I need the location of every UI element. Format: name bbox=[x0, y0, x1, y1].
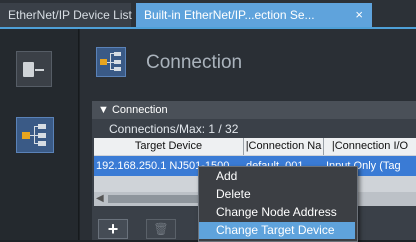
context-menu: Add Delete Change Node Address Change Ta… bbox=[198, 166, 358, 242]
column-header-connection-name[interactable]: |Connection Na bbox=[244, 138, 324, 155]
menu-item-add[interactable]: Add bbox=[199, 168, 355, 185]
menu-item-delete[interactable]: Delete bbox=[199, 186, 355, 203]
column-header-connection-io[interactable]: |Connection I/O bbox=[324, 138, 416, 155]
page-title: Connection bbox=[146, 52, 243, 73]
node-icon bbox=[23, 62, 34, 77]
menu-item-change-target-device[interactable]: Change Target Device bbox=[199, 222, 355, 239]
tab-connection-settings[interactable]: Built-in EtherNet/IP...ection Se... × bbox=[136, 3, 372, 27]
connection-count: Connections/Max: 1 / 32 bbox=[109, 122, 239, 136]
connection-header-icon bbox=[96, 47, 126, 77]
tab-connection-settings-label: Built-in EtherNet/IP...ection Se... bbox=[144, 8, 315, 22]
connection-icon bbox=[22, 124, 48, 146]
connection-panel-toggle[interactable]: ▼ Connection bbox=[92, 101, 416, 119]
trash-icon: 🗑 bbox=[153, 222, 169, 236]
column-header-target-device[interactable]: Target Device bbox=[94, 138, 244, 155]
tab-device-list[interactable]: EtherNet/IP Device List bbox=[0, 3, 132, 27]
left-pane bbox=[0, 29, 79, 240]
connection-view-button[interactable] bbox=[16, 117, 54, 153]
node-view-button[interactable] bbox=[16, 51, 52, 87]
tab-bar: EtherNet/IP Device List Built-in EtherNe… bbox=[0, 0, 416, 29]
node-icon-line bbox=[35, 69, 44, 71]
close-icon[interactable]: × bbox=[355, 3, 363, 27]
menu-item-change-node-address[interactable]: Change Node Address bbox=[199, 204, 355, 221]
add-connection-button[interactable]: + bbox=[98, 219, 128, 239]
delete-connection-button[interactable]: 🗑 bbox=[146, 219, 176, 239]
scroll-left-icon[interactable]: ◀ bbox=[96, 192, 104, 206]
